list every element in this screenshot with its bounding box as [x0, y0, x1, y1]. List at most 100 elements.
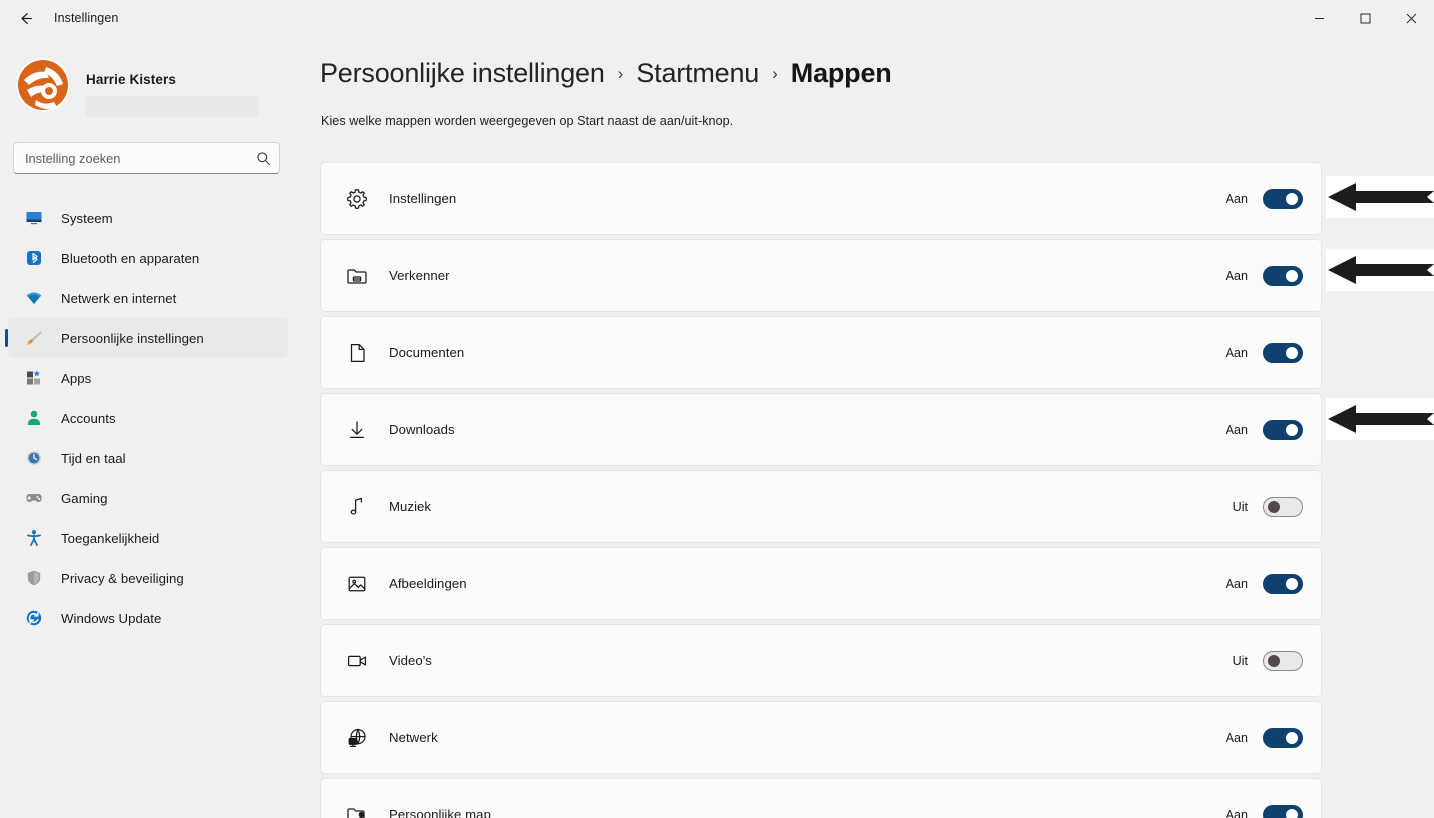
- setting-row-instellingen[interactable]: Instellingen Aan: [320, 162, 1322, 235]
- window-title: Instellingen: [54, 11, 119, 25]
- network-globe-icon: [339, 720, 375, 756]
- title-bar: Instellingen: [0, 0, 1434, 36]
- sidebar-item-windows-update[interactable]: Windows Update: [8, 598, 288, 638]
- setting-row-videos[interactable]: Video's Uit: [320, 624, 1322, 697]
- close-icon: [1406, 13, 1416, 23]
- toggle-state-text: Uit: [1232, 499, 1248, 514]
- clock-icon: [24, 448, 44, 468]
- setting-control: Aan: [1226, 419, 1303, 440]
- sidebar-item-label: Windows Update: [61, 610, 162, 626]
- setting-label: Downloads: [389, 422, 455, 437]
- image-icon: [339, 566, 375, 602]
- toggle-switch[interactable]: [1263, 650, 1303, 671]
- toggle-switch[interactable]: [1263, 804, 1303, 818]
- back-arrow-icon: [20, 12, 32, 24]
- person-icon: [24, 408, 44, 428]
- setting-label: Persoonlijke map: [389, 807, 491, 818]
- main-content: Persoonlijke instellingen › Startmenu › …: [295, 36, 1434, 818]
- paintbrush-icon: [24, 328, 44, 348]
- gamepad-icon: [24, 488, 44, 508]
- setting-label: Verkenner: [389, 268, 450, 283]
- toggle-switch[interactable]: [1263, 419, 1303, 440]
- settings-window: Instellingen Harrie Kisters Instelling z…: [0, 0, 1434, 818]
- toggle-state-text: Aan: [1225, 191, 1248, 206]
- sidebar-item-toegankelijkheid[interactable]: Toegankelijkheid: [8, 518, 288, 558]
- setting-control: Aan: [1226, 573, 1303, 594]
- maximize-button[interactable]: [1342, 0, 1388, 36]
- sidebar-item-label: Bluetooth en apparaten: [61, 250, 200, 266]
- breadcrumb-separator: ›: [617, 64, 624, 83]
- setting-row-muziek[interactable]: Muziek Uit: [320, 470, 1322, 543]
- minimize-button[interactable]: [1296, 0, 1342, 36]
- monitor-icon: [24, 208, 44, 228]
- accessibility-icon: [24, 528, 44, 548]
- setting-control: Aan: [1225, 342, 1303, 363]
- toggle-switch[interactable]: [1263, 496, 1303, 517]
- sidebar-item-netwerk-en-internet[interactable]: Netwerk en internet: [8, 278, 288, 318]
- setting-label: Afbeeldingen: [389, 576, 467, 591]
- toggle-switch[interactable]: [1263, 188, 1303, 209]
- update-refresh-icon: [24, 608, 44, 628]
- sidebar-item-systeem[interactable]: Systeem: [8, 198, 288, 238]
- sidebar-item-label: Privacy & beveiliging: [61, 570, 184, 586]
- setting-control: Uit: [1232, 650, 1303, 671]
- search-box[interactable]: [13, 142, 280, 174]
- document-icon: [339, 335, 375, 371]
- sidebar-item-persoonlijke-instellingen[interactable]: Persoonlijke instellingen: [5, 318, 288, 358]
- minimize-icon: [1314, 17, 1324, 19]
- toggle-switch[interactable]: [1263, 573, 1303, 594]
- setting-row-afbeeldingen[interactable]: Afbeeldingen Aan: [320, 547, 1322, 620]
- maximize-icon: [1360, 13, 1370, 23]
- profile-name: Harrie Kisters: [86, 72, 176, 87]
- folder-settings-list: Instellingen Aan Verkenner Aan Documente…: [320, 162, 1322, 818]
- gear-icon: [339, 181, 375, 217]
- setting-label: Video's: [389, 653, 432, 668]
- sidebar-item-label: Systeem: [61, 210, 113, 226]
- search-icon: [256, 151, 271, 166]
- shield-icon: [24, 568, 44, 588]
- sidebar-item-apps[interactable]: Apps: [8, 358, 288, 398]
- sidebar-item-accounts[interactable]: Accounts: [8, 398, 288, 438]
- sidebar-item-label: Gaming: [61, 490, 108, 506]
- toggle-state-text: Uit: [1232, 653, 1248, 668]
- setting-row-netwerk[interactable]: Netwerk Aan: [320, 701, 1322, 774]
- toggle-switch[interactable]: [1263, 265, 1303, 286]
- avatar: [16, 58, 70, 112]
- breadcrumb-separator: ›: [772, 64, 778, 83]
- toggle-switch[interactable]: [1263, 342, 1303, 363]
- toggle-state-text: Aan: [1225, 730, 1248, 745]
- wifi-icon: [24, 288, 44, 308]
- user-folder-icon: [339, 797, 375, 818]
- setting-label: Instellingen: [389, 191, 457, 206]
- profile-block[interactable]: Harrie Kisters: [16, 58, 258, 117]
- setting-label: Documenten: [389, 345, 465, 360]
- user-avatar-logo: [16, 58, 70, 112]
- toggle-switch[interactable]: [1263, 727, 1303, 748]
- sidebar-item-label: Netwerk en internet: [61, 290, 177, 306]
- setting-control: Aan: [1225, 804, 1303, 818]
- setting-row-downloads[interactable]: Downloads Aan: [320, 393, 1322, 466]
- breadcrumb-item-current: Mappen: [790, 58, 892, 88]
- toggle-state-text: Aan: [1225, 345, 1248, 360]
- sidebar-item-label: Apps: [61, 370, 92, 386]
- close-button[interactable]: [1388, 0, 1434, 36]
- breadcrumb-item-1[interactable]: Startmenu: [636, 58, 759, 89]
- setting-row-persoonlijke-map[interactable]: Persoonlijke map Aan: [320, 778, 1322, 818]
- search-input[interactable]: [25, 150, 256, 166]
- setting-control: Aan: [1226, 265, 1303, 286]
- setting-control: Aan: [1225, 188, 1303, 209]
- apps-grid-icon: [24, 368, 44, 388]
- setting-row-verkenner[interactable]: Verkenner Aan: [320, 239, 1322, 312]
- toggle-state-text: Aan: [1225, 807, 1248, 818]
- sidebar-item-tijd-en-taal[interactable]: Tijd en taal: [8, 438, 288, 478]
- setting-row-documenten[interactable]: Documenten Aan: [320, 316, 1322, 389]
- sidebar-item-label: Tijd en taal: [61, 450, 126, 466]
- download-icon: [339, 412, 375, 448]
- sidebar-item-privacy-beveiliging[interactable]: Privacy & beveiliging: [8, 558, 288, 598]
- sidebar-item-bluetooth-en-apparaten[interactable]: Bluetooth en apparaten: [8, 238, 288, 278]
- video-camera-icon: [339, 643, 375, 679]
- sidebar-item-gaming[interactable]: Gaming: [8, 478, 288, 518]
- breadcrumb-item-0[interactable]: Persoonlijke instellingen: [320, 58, 605, 89]
- breadcrumb: Persoonlijke instellingen › Startmenu › …: [320, 58, 892, 89]
- back-button[interactable]: [8, 3, 42, 33]
